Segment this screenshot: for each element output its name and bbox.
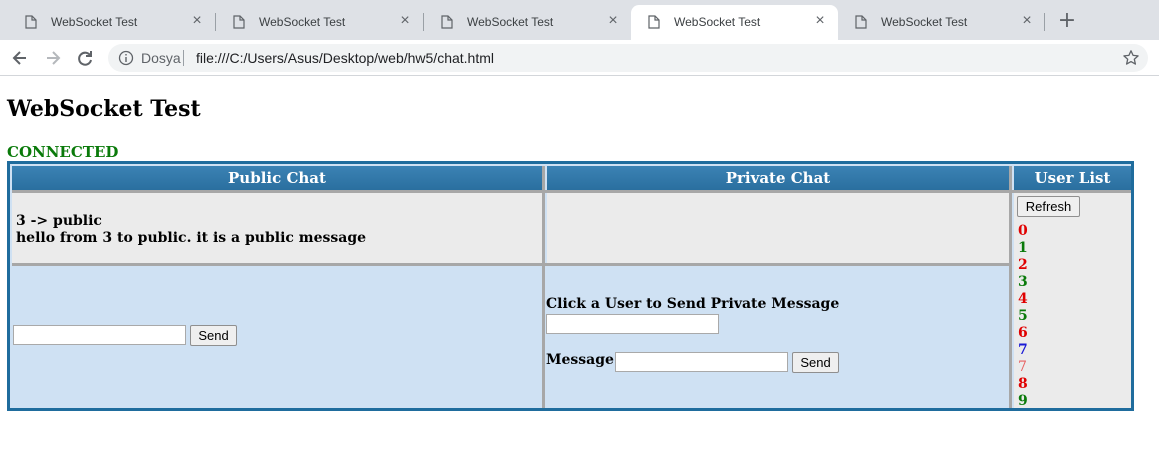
address-bar[interactable]: Dosya file:///C:/Users/Asus/Desktop/web/… (108, 44, 1148, 72)
star-icon[interactable] (1122, 49, 1140, 67)
private-message-input[interactable] (615, 352, 788, 372)
close-icon[interactable]: × (812, 13, 828, 29)
tab-strip: WebSocket Test × WebSocket Test × WebSoc… (0, 0, 1159, 40)
public-messages-cell: 3 -> public hello from 3 to public. it i… (12, 193, 542, 263)
page-icon (233, 15, 245, 29)
omnibox-divider (183, 50, 184, 66)
browser-tab-5[interactable]: WebSocket Test × (838, 5, 1045, 40)
user-link-1[interactable]: 1 (1018, 240, 1028, 257)
browser-tab-2[interactable]: WebSocket Test × (216, 5, 423, 40)
private-chat-header: Private Chat (547, 166, 1009, 190)
message-sender-line: 3 -> public (16, 213, 102, 229)
security-chip: Dosya (141, 50, 181, 66)
chat-table: Public Chat Private Chat User List 3 -> … (7, 161, 1134, 411)
tab-title: WebSocket Test (259, 15, 346, 29)
close-icon[interactable]: × (1019, 13, 1035, 29)
user-link-5[interactable]: 5 (1018, 308, 1028, 325)
close-icon[interactable]: × (397, 13, 413, 29)
forward-arrow-icon[interactable] (43, 48, 63, 68)
user-list-header: User List (1014, 166, 1131, 190)
page-title: WebSocket Test (7, 96, 201, 122)
refresh-button[interactable]: Refresh (1017, 196, 1080, 217)
user-link-7b[interactable]: 7 (1018, 359, 1028, 376)
public-chat-header: Public Chat (12, 166, 542, 190)
private-user-input[interactable] (546, 314, 719, 334)
page-icon (855, 15, 867, 29)
page-icon (648, 15, 660, 29)
tab-title: WebSocket Test (467, 15, 554, 29)
private-prompt: Click a User to Send Private Message (546, 296, 840, 312)
user-link-2[interactable]: 2 (1018, 257, 1028, 274)
message-text-line: hello from 3 to public. it is a public m… (16, 230, 367, 246)
tab-title: WebSocket Test (51, 15, 138, 29)
tab-title: WebSocket Test (674, 15, 761, 29)
connection-status: CONNECTED (7, 143, 119, 161)
reload-icon[interactable] (75, 48, 95, 68)
user-link-6[interactable]: 6 (1018, 325, 1028, 342)
public-message: 3 -> public hello from 3 to public. it i… (16, 213, 366, 247)
private-messages-cell (547, 193, 1009, 263)
back-arrow-icon[interactable] (10, 48, 30, 68)
close-icon[interactable]: × (189, 13, 205, 29)
user-link-4[interactable]: 4 (1018, 291, 1028, 308)
user-list: 0 1 2 3 4 5 6 7 7 8 9 (1018, 223, 1028, 410)
close-icon[interactable]: × (605, 13, 621, 29)
page-icon (441, 15, 453, 29)
message-label: Message (546, 352, 614, 368)
header-divider (12, 190, 1131, 193)
column-divider (542, 166, 545, 408)
user-link-0[interactable]: 0 (1018, 223, 1028, 240)
public-message-input[interactable] (13, 325, 186, 345)
browser-tab-4-active[interactable]: WebSocket Test × (631, 5, 838, 40)
user-link-3[interactable]: 3 (1018, 274, 1028, 291)
user-link-7[interactable]: 7 (1018, 342, 1028, 359)
plus-icon[interactable]: + (1056, 10, 1078, 32)
user-link-8[interactable]: 8 (1018, 376, 1028, 393)
tab-separator (1044, 13, 1045, 31)
tab-title: WebSocket Test (881, 15, 968, 29)
info-icon[interactable] (118, 50, 134, 66)
browser-toolbar: Dosya file:///C:/Users/Asus/Desktop/web/… (0, 40, 1159, 76)
url-text: file:///C:/Users/Asus/Desktop/web/hw5/ch… (196, 50, 494, 66)
column-divider (1009, 166, 1012, 408)
page-content: WebSocket Test CONNECTED Public Chat Pri… (0, 77, 1159, 459)
row-divider (12, 263, 1009, 266)
private-send-button[interactable]: Send (792, 352, 839, 373)
page-icon (25, 15, 37, 29)
user-link-9[interactable]: 9 (1018, 393, 1028, 410)
browser-tab-3[interactable]: WebSocket Test × (424, 5, 631, 40)
user-list-cell: Refresh 0 1 2 3 4 5 6 7 7 8 9 (1014, 193, 1131, 410)
public-send-button[interactable]: Send (190, 325, 237, 346)
browser-tab-1[interactable]: WebSocket Test × (8, 5, 215, 40)
